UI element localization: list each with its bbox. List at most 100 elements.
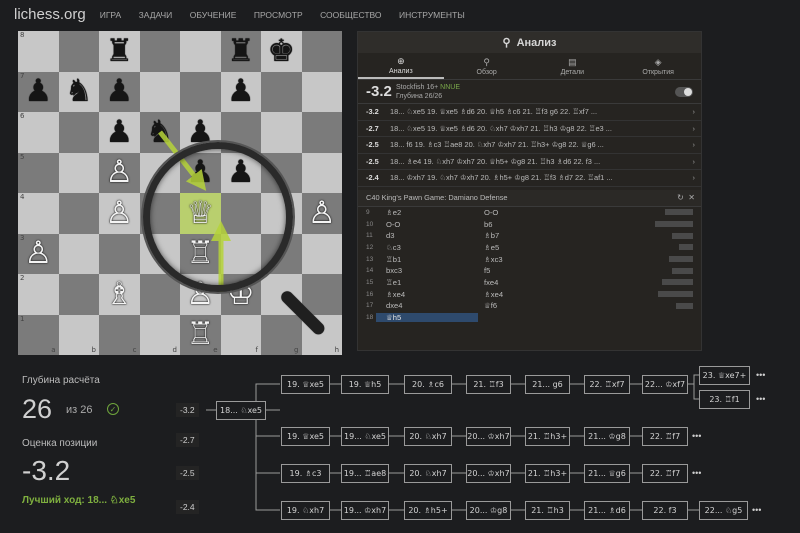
board-square-e7[interactable] <box>180 71 221 112</box>
board-square-b4[interactable] <box>58 193 99 234</box>
chess-piece-icon[interactable]: ♚ <box>267 35 295 67</box>
chess-piece-icon[interactable]: ♟ <box>105 76 133 107</box>
chess-piece-icon[interactable]: ♞ <box>146 116 174 148</box>
board-square-c6[interactable]: ♟ <box>99 112 140 153</box>
tree-move-node[interactable]: 23. ♖f1 <box>699 390 750 409</box>
tree-move-node[interactable]: 21... ♔g8 <box>584 427 630 446</box>
tree-move-node[interactable]: 20... ♔xh7 <box>466 464 511 483</box>
chess-piece-icon[interactable]: ♞ <box>65 76 93 107</box>
pv-line[interactable]: -2.5 18... f6 19. ♗c3 ♖ae8 20. ♘xh7 ♔xh7 … <box>358 137 701 154</box>
black-move[interactable]: b6 <box>478 220 598 229</box>
tree-move-node[interactable]: 22... ♔xf7 <box>642 375 688 394</box>
white-move[interactable]: d3 <box>376 231 478 240</box>
tree-move-node[interactable]: 22. ♖f7 <box>642 464 688 483</box>
chevron-right-icon[interactable]: › <box>693 124 695 133</box>
white-move[interactable]: ♗xe4 <box>376 290 478 299</box>
board-square-c4[interactable]: ♙ <box>99 193 140 234</box>
board-square-a2[interactable]: 2 <box>18 274 59 315</box>
board-square-h4[interactable]: ♙ <box>301 193 342 234</box>
board-square-f1[interactable]: f <box>220 314 261 355</box>
nav-community[interactable]: СООБЩЕСТВО <box>320 10 381 20</box>
board-square-b6[interactable] <box>58 112 99 153</box>
more-moves-indicator[interactable]: ••• <box>752 505 761 515</box>
tree-move-node[interactable]: 20. ♗c6 <box>404 375 452 394</box>
board-square-h5[interactable] <box>301 152 342 193</box>
white-move[interactable]: ♕h5 <box>376 313 478 323</box>
pv-line[interactable]: -2.7 18... ♘xe5 19. ♕xe5 ♗d6 20. ♘xh7 ♔xh… <box>358 121 701 137</box>
tab-details[interactable]: ▤ Детали <box>530 53 616 79</box>
tree-move-node[interactable]: 21... g6 <box>525 375 570 394</box>
tree-move-node[interactable]: 19... ♘xe5 <box>341 427 389 446</box>
white-move[interactable]: bxc3 <box>376 266 478 275</box>
board-square-b2[interactable] <box>58 274 99 315</box>
board-square-c3[interactable] <box>99 233 140 274</box>
board-square-g7[interactable] <box>261 71 302 112</box>
tree-move-node[interactable]: 23. ♕xe7+ <box>699 366 750 385</box>
nav-watch[interactable]: ПРОСМОТР <box>254 10 303 20</box>
chevron-right-icon[interactable]: › <box>693 157 695 166</box>
chess-piece-icon[interactable]: ♙ <box>308 197 336 229</box>
board-square-e8[interactable] <box>180 31 221 72</box>
black-move[interactable]: f5 <box>478 266 598 275</box>
chess-piece-icon[interactable]: ♙ <box>105 197 133 229</box>
board-square-d1[interactable]: d <box>139 314 180 355</box>
black-move[interactable]: fxe4 <box>478 278 598 287</box>
board-square-b3[interactable] <box>58 233 99 274</box>
board-square-c7[interactable]: ♟ <box>99 71 140 112</box>
tab-analysis[interactable]: ⊕ Анализ <box>358 53 444 79</box>
board-square-c5[interactable]: ♙ <box>99 152 140 193</box>
more-moves-indicator[interactable]: ••• <box>692 468 701 478</box>
tree-move-node[interactable]: 19. ♕xe5 <box>281 375 330 394</box>
board-square-c2[interactable]: ♗ <box>99 274 140 315</box>
tree-move-node[interactable]: 19. ♘xh7 <box>281 501 330 520</box>
more-moves-indicator[interactable]: ••• <box>756 370 765 380</box>
board-square-d2[interactable] <box>139 274 180 315</box>
close-icon[interactable]: ✕ <box>688 193 695 202</box>
white-move[interactable]: ♖e1 <box>376 278 478 287</box>
white-move[interactable]: O-O <box>376 220 478 229</box>
chess-piece-icon[interactable]: ♟ <box>227 76 255 107</box>
board-square-e1[interactable]: ♖ e <box>180 314 221 355</box>
site-logo[interactable]: lichess.org <box>14 6 86 23</box>
tree-move-node[interactable]: 21... ♗d6 <box>584 501 630 520</box>
white-move[interactable]: ♖b1 <box>376 255 478 264</box>
tree-root-node[interactable]: 18... ♘xe5 <box>216 401 266 420</box>
board-square-h6[interactable] <box>301 112 342 153</box>
board-square-b1[interactable]: b <box>58 314 99 355</box>
board-square-a7[interactable]: ♟ 7 <box>18 71 59 112</box>
board-square-d8[interactable] <box>139 31 180 72</box>
board-square-a5[interactable]: 5 <box>18 152 59 193</box>
nav-puzzles[interactable]: ЗАДАЧИ <box>139 10 173 20</box>
board-square-f8[interactable]: ♜ <box>220 31 261 72</box>
tree-move-node[interactable]: 20... ♔g8 <box>466 501 511 520</box>
board-square-h7[interactable] <box>301 71 342 112</box>
chevron-right-icon[interactable]: › <box>693 140 695 149</box>
board-square-h8[interactable] <box>301 31 342 72</box>
tree-move-node[interactable]: 19. ♕h5 <box>341 375 389 394</box>
chess-piece-icon[interactable]: ♟ <box>24 76 52 107</box>
board-square-d7[interactable] <box>139 71 180 112</box>
board-square-g1[interactable]: g <box>261 314 302 355</box>
board-square-f7[interactable]: ♟ <box>220 71 261 112</box>
board-square-c8[interactable]: ♜ <box>99 31 140 72</box>
white-move[interactable]: ♘c3 <box>376 243 478 252</box>
black-move[interactable]: ♗e5 <box>478 243 598 252</box>
tree-move-node[interactable]: 22... ♘g5 <box>699 501 748 520</box>
board-square-h3[interactable] <box>301 233 342 274</box>
tab-overview[interactable]: ⚲ Обзор <box>444 53 530 79</box>
white-move[interactable]: dxe4 <box>376 301 478 310</box>
black-move[interactable]: ♗b7 <box>478 231 598 240</box>
tree-move-node[interactable]: 21. ♖h3 <box>525 501 570 520</box>
nav-tools[interactable]: ИНСТРУМЕНТЫ <box>399 10 465 20</box>
tree-move-node[interactable]: 20... ♔xh7 <box>466 427 511 446</box>
black-move[interactable]: O-O <box>478 208 598 217</box>
white-move[interactable]: ♗e2 <box>376 208 478 217</box>
tree-move-node[interactable]: 19. ♗c3 <box>281 464 330 483</box>
board-square-a6[interactable]: 6 <box>18 112 59 153</box>
tree-move-node[interactable]: 21. ♖h3+ <box>525 464 570 483</box>
chess-piece-icon[interactable]: ♖ <box>186 319 214 350</box>
engine-toggle[interactable] <box>675 86 693 97</box>
tree-move-node[interactable]: 21. ♖f3 <box>466 375 511 394</box>
more-moves-indicator[interactable]: ••• <box>692 431 701 441</box>
board-square-a4[interactable]: 4 <box>18 193 59 234</box>
